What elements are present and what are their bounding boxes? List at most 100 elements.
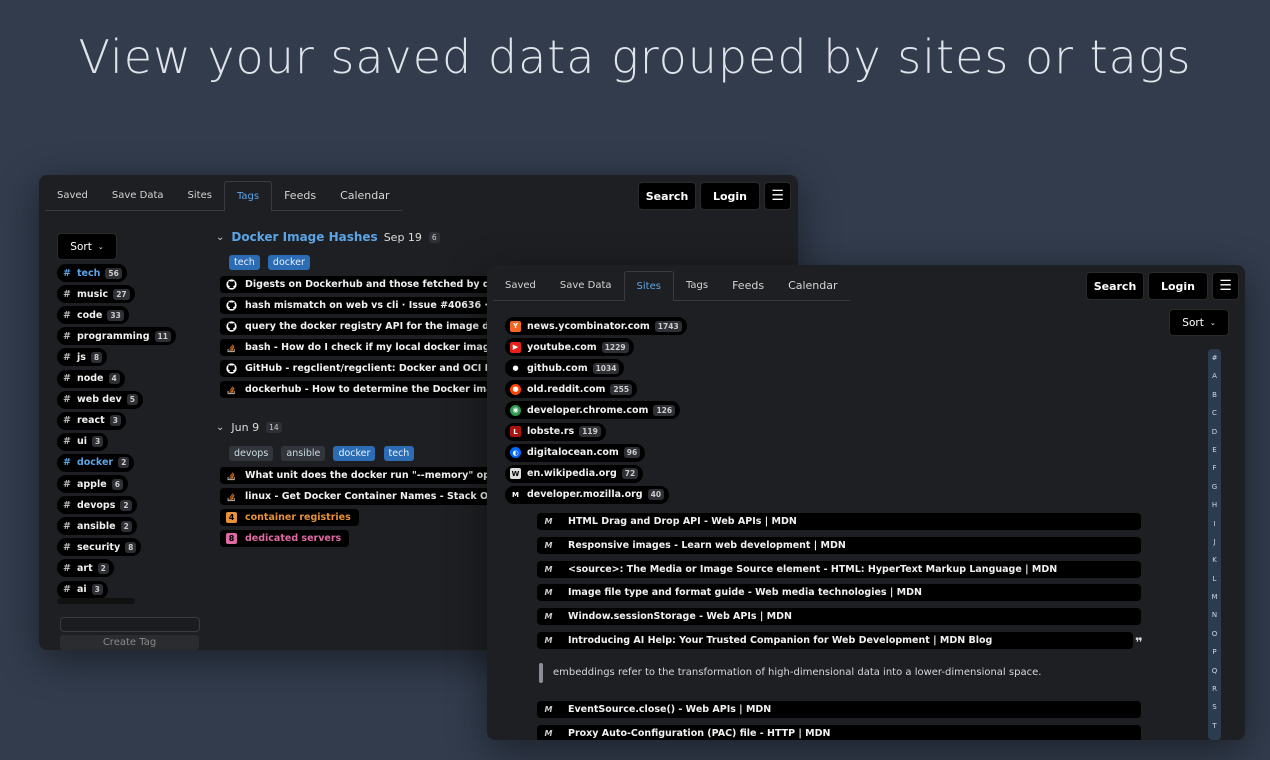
- saved-item-title: dockerhub - How to determine the Docker …: [245, 384, 510, 395]
- login-button[interactable]: Login: [700, 182, 760, 210]
- alphabet-letter[interactable]: G: [1208, 478, 1221, 496]
- tab-tags[interactable]: Tags: [673, 271, 721, 301]
- alphabet-letter[interactable]: B: [1208, 386, 1221, 404]
- tag-item[interactable]: # apple 6: [57, 475, 128, 493]
- mdn-saved-item[interactable]: M Image file type and format guide - Web …: [537, 584, 1141, 602]
- tag-chip[interactable]: docker: [267, 255, 310, 270]
- alphabet-letter[interactable]: M: [1208, 588, 1221, 606]
- saved-item[interactable]: GitHub - regclient/regclient: Docker and…: [220, 360, 510, 377]
- saved-item[interactable]: bash - How do I check if my local docker…: [220, 339, 510, 356]
- alphabet-letter[interactable]: O: [1208, 625, 1221, 643]
- tag-item[interactable]: # code 33: [57, 306, 129, 325]
- alphabet-letter[interactable]: D: [1208, 423, 1221, 441]
- tag-item[interactable]: # react 3: [57, 411, 126, 430]
- tab-calendar[interactable]: Calendar: [328, 181, 402, 211]
- site-item[interactable]: ▶ youtube.com 1229: [505, 338, 634, 357]
- search-button[interactable]: Search: [1086, 272, 1144, 300]
- subgroup-item[interactable]: 8 dedicated servers: [220, 530, 350, 547]
- alphabet-letter[interactable]: C: [1208, 404, 1221, 422]
- tag-item[interactable]: # js 8: [57, 348, 108, 367]
- subgroup-item[interactable]: 4 container registries: [220, 509, 359, 526]
- tab-saved[interactable]: Saved: [45, 181, 100, 211]
- tab-calendar[interactable]: Calendar: [776, 271, 850, 301]
- tag-item[interactable]: # programming 11: [57, 327, 176, 346]
- tag-item[interactable]: # docker 2: [57, 453, 135, 472]
- search-button[interactable]: Search: [638, 182, 696, 210]
- saved-item[interactable]: What unit does the docker run "--memory"…: [220, 467, 510, 484]
- alphabet-letter[interactable]: J: [1208, 533, 1221, 551]
- tag-chip[interactable]: docker: [333, 446, 376, 461]
- tag-chip[interactable]: tech: [229, 255, 260, 270]
- alphabet-letter[interactable]: R: [1208, 680, 1221, 698]
- tag-chip[interactable]: tech: [383, 446, 415, 461]
- site-item[interactable]: ● old.reddit.com 255: [505, 380, 638, 399]
- mdn-saved-item[interactable]: M EventSource.close() - Web APIs | MDN: [537, 701, 1141, 718]
- tab-save-data[interactable]: Save Data: [99, 181, 176, 211]
- site-item[interactable]: ● github.com 1034: [505, 359, 625, 378]
- tag-item[interactable]: # art 2: [57, 559, 114, 578]
- mdn-saved-item[interactable]: M Window.sessionStorage - Web APIs | MDN: [537, 608, 1141, 626]
- tag-chip[interactable]: ansible: [281, 446, 326, 461]
- alphabet-letter[interactable]: T: [1208, 717, 1221, 735]
- tag-item[interactable]: # ai 3: [57, 580, 108, 599]
- alphabet-letter[interactable]: P: [1208, 643, 1221, 661]
- tab-sites[interactable]: Sites: [175, 181, 224, 211]
- site-item[interactable]: ◉ developer.chrome.com 126: [505, 401, 681, 420]
- alphabet-letter[interactable]: Q: [1208, 662, 1221, 680]
- group-header[interactable]: ⌄ Jun 9 14: [216, 421, 282, 434]
- mdn-item-title: Window.sessionStorage - Web APIs | MDN: [568, 611, 792, 623]
- saved-item[interactable]: query the docker registry API for the im…: [220, 318, 510, 335]
- group-header[interactable]: ⌄ Docker Image Hashes Sep 19 6: [216, 230, 440, 244]
- create-tag-button[interactable]: Create Tag: [60, 635, 199, 650]
- tab-sites[interactable]: Sites: [623, 271, 674, 301]
- mdn-saved-item[interactable]: M Proxy Auto-Configuration (PAC) file - H…: [537, 724, 1141, 740]
- alphabet-letter[interactable]: K: [1208, 551, 1221, 569]
- tag-item[interactable]: # node 4: [57, 369, 125, 388]
- menu-button[interactable]: ☰: [764, 182, 791, 210]
- site-item[interactable]: ◐ digitalocean.com 96: [505, 443, 646, 462]
- subgroup-title: container registries: [245, 512, 351, 523]
- menu-button[interactable]: ☰: [1212, 272, 1239, 300]
- tab-tags[interactable]: Tags: [223, 181, 273, 211]
- tag-item[interactable]: # ansible 2: [57, 517, 137, 536]
- mdn-saved-item[interactable]: M Responsive images - Learn web developme…: [537, 536, 1141, 554]
- group-title[interactable]: Docker Image Hashes: [231, 230, 377, 244]
- saved-item[interactable]: Digests on Dockerhub and those fetched b…: [220, 276, 510, 293]
- tab-save-data[interactable]: Save Data: [547, 271, 624, 301]
- hash-icon: #: [63, 478, 71, 490]
- tag-name: art: [76, 562, 93, 574]
- new-tag-input[interactable]: [60, 617, 200, 632]
- site-item[interactable]: Ynews.ycombinator.com 1743: [505, 317, 687, 335]
- tab-feeds[interactable]: Feeds: [720, 271, 777, 301]
- mdn-saved-item[interactable]: M Introducing AI Help: Your Trusted Compa…: [537, 632, 1133, 649]
- alphabet-letter[interactable]: F: [1208, 459, 1221, 477]
- tag-chip[interactable]: devops: [229, 446, 274, 461]
- tab-saved[interactable]: Saved: [493, 271, 548, 301]
- saved-item[interactable]: dockerhub - How to determine the Docker …: [220, 381, 510, 398]
- alphabet-letter[interactable]: #: [1208, 349, 1221, 367]
- saved-item[interactable]: linux - Get Docker Container Names - Sta…: [220, 488, 510, 505]
- sort-button[interactable]: Sort ⌄: [57, 233, 117, 260]
- alphabet-letter[interactable]: S: [1208, 698, 1221, 716]
- alphabet-letter[interactable]: I: [1208, 515, 1221, 533]
- site-item[interactable]: Llobste.rs 119: [505, 422, 606, 441]
- alphabet-letter[interactable]: E: [1208, 441, 1221, 459]
- tag-item[interactable]: # ui 3: [57, 432, 109, 451]
- sort-button[interactable]: Sort ⌄: [1169, 309, 1229, 336]
- alphabet-letter[interactable]: N: [1208, 606, 1221, 624]
- alphabet-letter[interactable]: H: [1208, 496, 1221, 514]
- mdn-saved-item[interactable]: M <source>: The Media or Image Source ele…: [537, 560, 1141, 578]
- tag-item[interactable]: # devops 2: [57, 496, 137, 515]
- site-item[interactable]: Mdeveloper.mozilla.org 40: [505, 485, 670, 504]
- alphabet-letter[interactable]: A: [1208, 367, 1221, 385]
- saved-item[interactable]: hash mismatch on web vs cli · Issue #406…: [220, 297, 510, 314]
- tag-item[interactable]: # tech 56: [57, 264, 127, 282]
- tag-item[interactable]: # web dev 5: [57, 390, 143, 409]
- tag-item[interactable]: # music 27: [57, 285, 135, 304]
- tag-item[interactable]: # security 8: [57, 538, 142, 557]
- tab-feeds[interactable]: Feeds: [272, 181, 329, 211]
- alphabet-letter[interactable]: L: [1208, 570, 1221, 588]
- mdn-saved-item[interactable]: M HTML Drag and Drop API - Web APIs | MDN: [537, 513, 1141, 530]
- login-button[interactable]: Login: [1148, 272, 1208, 300]
- site-item[interactable]: Wen.wikipedia.org 72: [505, 464, 644, 483]
